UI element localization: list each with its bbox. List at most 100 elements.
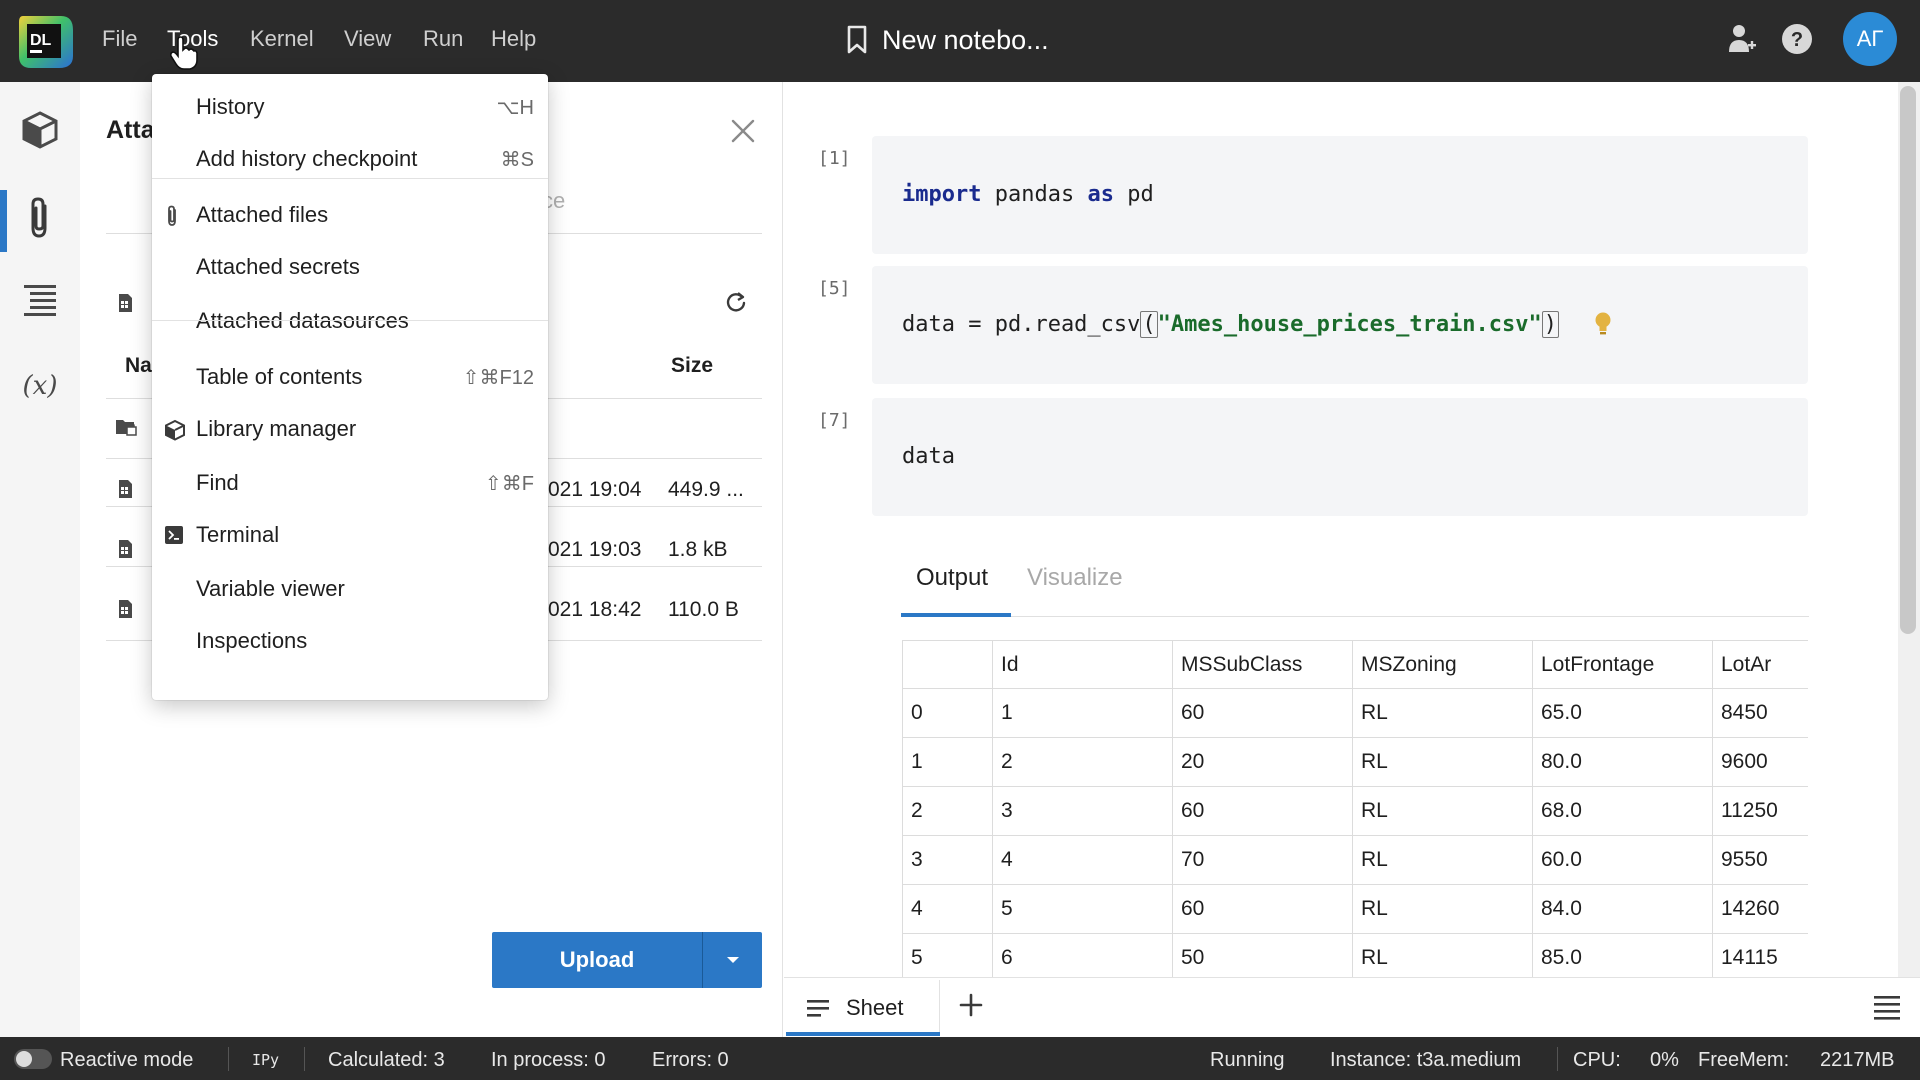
menu-item-table-of-contents[interactable]: Table of contents ⇧⌘F12	[152, 354, 548, 400]
menu-view[interactable]: View	[344, 26, 391, 52]
kernel-type[interactable]: IPy	[252, 1051, 279, 1069]
variables-icon: (x)	[23, 371, 58, 401]
table-cell: 14260	[1712, 884, 1808, 934]
tab-visualize[interactable]: Visualize	[1027, 564, 1123, 592]
bookmark-icon[interactable]	[846, 25, 868, 55]
menu-item-inspections[interactable]: Inspections	[152, 618, 548, 664]
panel-title: Atta	[106, 116, 155, 144]
upload-options-button[interactable]	[702, 932, 762, 988]
sheet-bar	[784, 977, 1920, 1037]
cell-code[interactable]: data	[902, 444, 955, 469]
rail-library-button[interactable]	[18, 108, 62, 152]
column-name-header[interactable]: Na	[125, 354, 152, 378]
status-separator	[1557, 1047, 1558, 1071]
cell-execution-count: [1]	[818, 148, 851, 169]
code-token: data	[902, 444, 955, 469]
table-header-cell: Id	[992, 640, 1173, 689]
file-size: 449.9 ...	[668, 478, 744, 501]
datalore-logo[interactable]: DL	[17, 12, 75, 70]
reactive-mode-label: Reactive mode	[60, 1049, 194, 1071]
top-bar: DL File Tools Kernel View Run Help New n…	[0, 0, 1920, 82]
editor-scrollbar-thumb[interactable]	[1900, 86, 1916, 634]
dataframe-table: Id MSSubClass MSZoning LotFrontage LotAr 0 1 60…	[902, 640, 1808, 977]
menu-file[interactable]: File	[102, 26, 137, 52]
code-cell[interactable]	[872, 398, 1808, 516]
menu-item-history[interactable]: History ⌥H	[152, 84, 548, 130]
output-tabs-divider	[901, 616, 1809, 617]
sheet-tab-label: Sheet	[846, 995, 904, 1020]
notebook-title-area[interactable]: New notebo...	[846, 22, 1049, 58]
close-icon[interactable]	[730, 118, 756, 144]
menu-item-add-history-checkpoint[interactable]: Add history checkpoint ⌘S	[152, 136, 548, 182]
refresh-icon[interactable]	[724, 290, 748, 314]
instance-type[interactable]: Instance: t3a.medium	[1330, 1049, 1521, 1072]
menu-item-find[interactable]: Find ⇧⌘F	[152, 460, 548, 506]
terminal-icon	[164, 525, 184, 550]
package-icon	[164, 419, 186, 446]
table-header-cell: MSSubClass	[1172, 640, 1353, 689]
user-avatar[interactable]: АГ	[1843, 12, 1897, 66]
table-cell: 5	[902, 933, 993, 977]
menu-item-variable-viewer[interactable]: Variable viewer	[152, 566, 548, 612]
menu-item-label: History	[196, 94, 265, 119]
svg-text:?: ?	[1791, 29, 1803, 51]
table-cell: 14115	[1712, 933, 1808, 977]
csv-file-icon	[119, 294, 132, 312]
column-size-header[interactable]: Size	[671, 354, 713, 378]
rail-variables-button[interactable]: (x)	[18, 364, 62, 408]
package-icon	[22, 111, 58, 149]
table-row: 4 5 60 RL 84.0 14260	[902, 884, 1808, 934]
in-process-count: In process: 0	[491, 1049, 606, 1071]
hand-cursor-icon	[170, 36, 198, 70]
reactive-mode-toggle[interactable]	[14, 1049, 52, 1069]
menu-item-label: Add history checkpoint	[196, 146, 418, 171]
code-token: pd	[1113, 182, 1154, 207]
menu-item-terminal[interactable]: Terminal	[152, 512, 548, 558]
table-header-row: Id MSSubClass MSZoning LotFrontage LotAr	[902, 640, 1808, 689]
file-size: 110.0 B	[668, 598, 739, 621]
table-cell: 5	[992, 884, 1173, 934]
table-cell: 2	[902, 786, 993, 836]
cell-code[interactable]: data = pd.read_csv("Ames_house_prices_tr…	[902, 311, 1560, 338]
menu-item-attached-secrets[interactable]: Attached secrets	[152, 244, 548, 290]
sheet-list-icon	[807, 1000, 829, 1017]
sheet-tab[interactable]: Sheet	[786, 980, 940, 1036]
menu-item-label: Table of contents	[196, 364, 363, 389]
table-row: 5 6 50 RL 85.0 14115	[902, 933, 1808, 977]
table-cell: 3	[992, 786, 1173, 836]
table-row: 2 3 60 RL 68.0 11250	[902, 786, 1808, 836]
table-cell: 8450	[1712, 688, 1808, 738]
cell-execution-count: [7]	[818, 410, 851, 431]
menu-item-label: Attached secrets	[196, 254, 360, 279]
menu-kernel[interactable]: Kernel	[250, 26, 314, 52]
notebook-title[interactable]: New notebo...	[882, 25, 1049, 56]
menu-item-library-manager[interactable]: Library manager	[152, 406, 548, 452]
cell-code[interactable]: import pandas as pd	[902, 182, 1154, 207]
add-sheet-icon[interactable]	[958, 992, 984, 1018]
rail-attachments-button[interactable]	[18, 196, 62, 240]
dataframe-output[interactable]: Id MSSubClass MSZoning LotFrontage LotAr 0 1 60…	[902, 640, 1808, 977]
help-icon[interactable]: ?	[1780, 22, 1814, 56]
menu-run[interactable]: Run	[423, 26, 463, 52]
lightbulb-icon[interactable]	[1594, 311, 1612, 337]
upload-button[interactable]: Upload	[492, 932, 702, 988]
share-user-icon[interactable]	[1727, 22, 1757, 56]
table-cell: 6	[992, 933, 1173, 977]
menu-item-shortcut: ⇧⌘F	[485, 472, 534, 495]
output-tab-active-indicator	[901, 613, 1011, 617]
menu-item-attached-datasources[interactable]: Attached datasources	[152, 298, 548, 344]
menu-help[interactable]: Help	[491, 26, 536, 52]
code-token: (	[1140, 311, 1158, 338]
file-modified-date: 021 19:04	[548, 478, 642, 501]
tab-output[interactable]: Output	[916, 564, 988, 592]
rail-contents-button[interactable]	[18, 278, 62, 322]
menu-item-label: Variable viewer	[196, 576, 345, 601]
hamburger-menu-icon[interactable]	[1872, 994, 1902, 1020]
table-header-cell: MSZoning	[1352, 640, 1533, 689]
table-cell: 70	[1172, 835, 1353, 885]
menu-item-attached-files[interactable]: Attached files	[152, 192, 548, 238]
menu-item-label: Find	[196, 470, 239, 495]
file-modified-date: 021 18:42	[548, 598, 642, 621]
menu-item-label: Attached datasources	[196, 308, 409, 333]
table-cell: 4	[902, 884, 993, 934]
